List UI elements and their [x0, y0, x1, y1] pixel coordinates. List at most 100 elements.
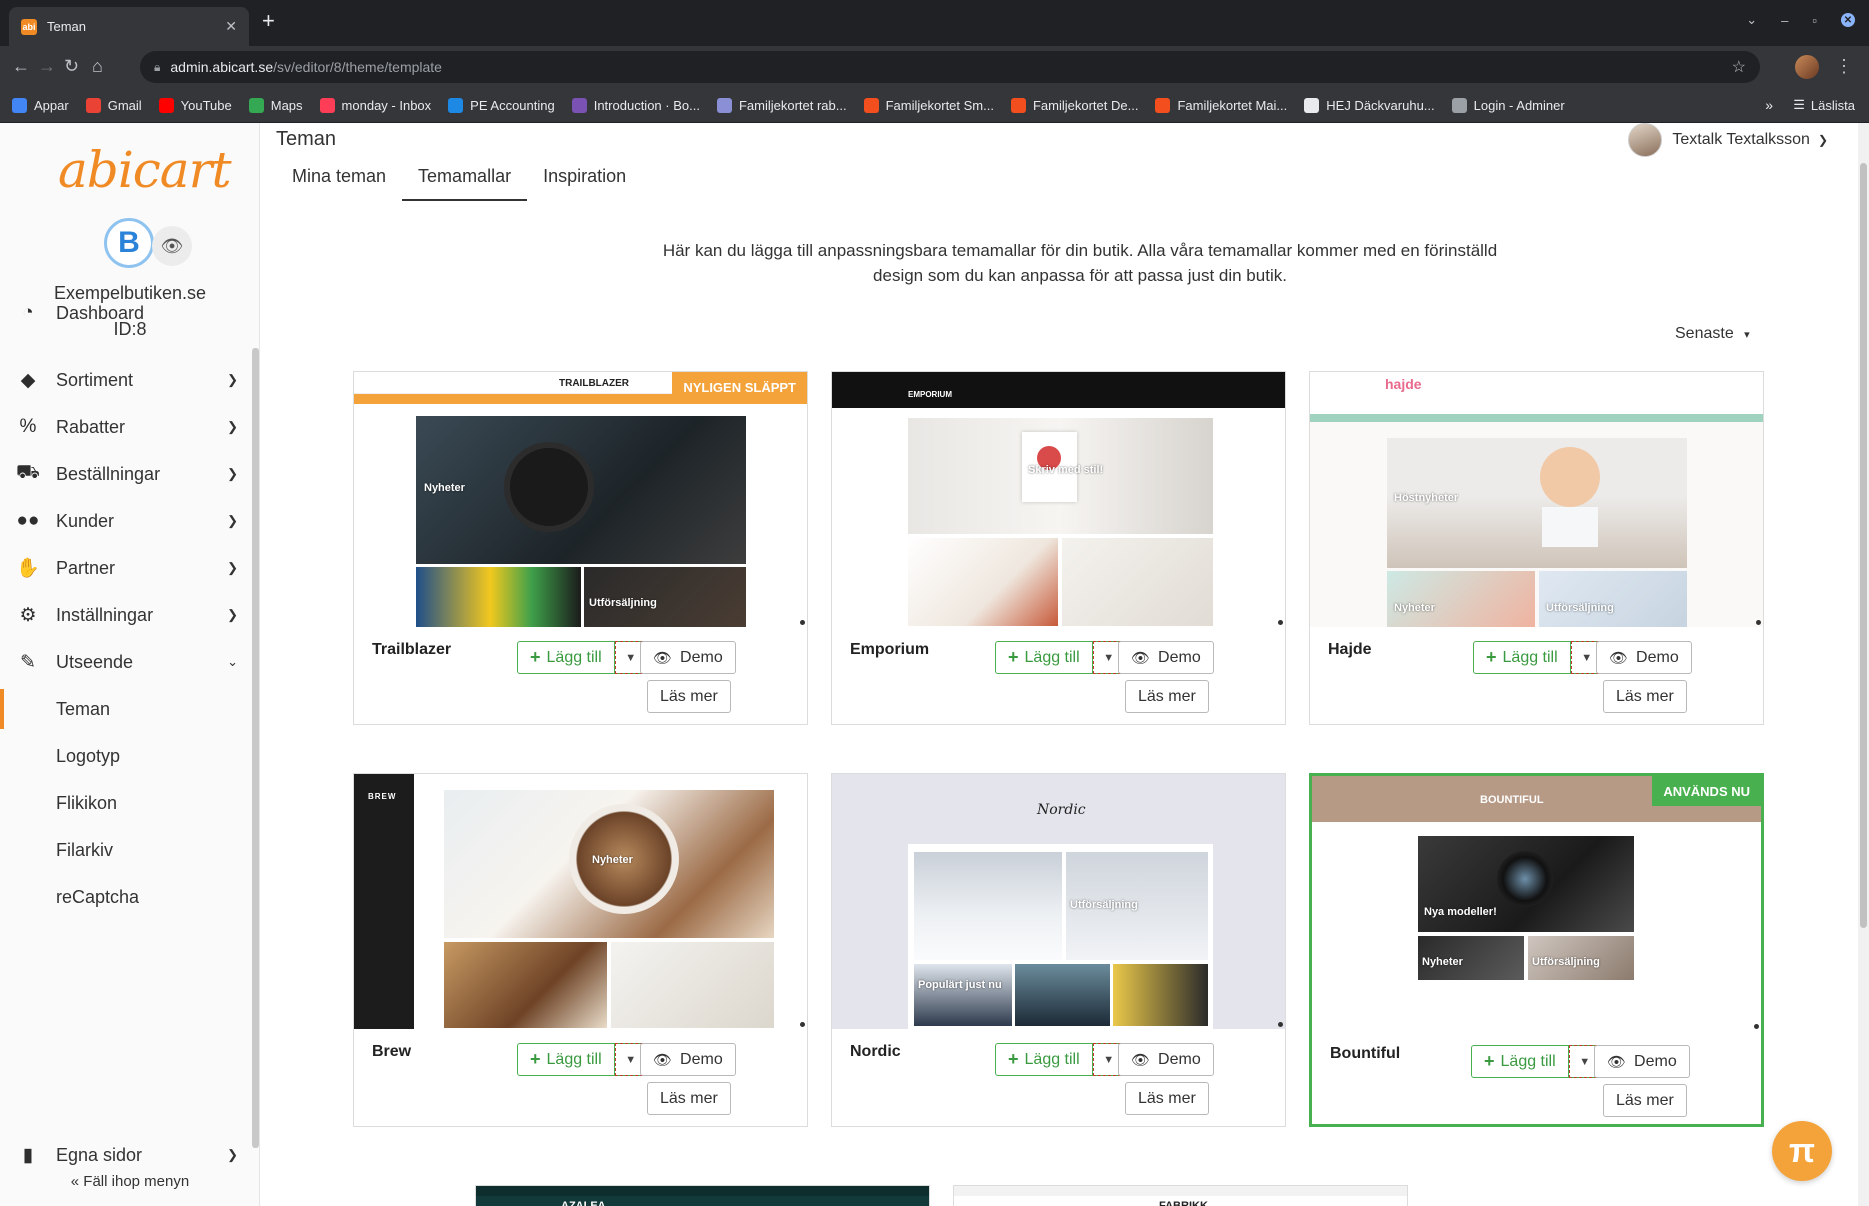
preview-resize-handle[interactable]	[1278, 1022, 1283, 1027]
preview-resize-handle[interactable]	[1754, 1024, 1759, 1029]
pe-icon	[448, 97, 464, 113]
chevron-right-icon: ❯	[227, 560, 238, 575]
theme-preview[interactable]: BREW Nyheter	[354, 774, 807, 1029]
read-more-button[interactable]: Läs mer	[1603, 680, 1687, 713]
preview-resize-handle[interactable]	[800, 620, 805, 625]
page-scrollbar[interactable]	[1858, 123, 1869, 1206]
new-tab-plus-icon[interactable]: +	[262, 10, 275, 32]
sidebar-subitem-filarkiv[interactable]: Filarkiv	[0, 830, 252, 870]
close-icon[interactable]: ✕	[225, 18, 237, 35]
store-avatar[interactable]: B	[104, 218, 154, 268]
minimize-icon[interactable]: –	[1781, 13, 1788, 28]
chevron-right-icon: ❯	[227, 372, 238, 387]
bookmark-item[interactable]: Familjekortet Sm...	[863, 97, 994, 113]
caret-down-icon: ▼	[1103, 651, 1115, 664]
page-scrollbar-thumb[interactable]	[1860, 163, 1867, 928]
bookmark-item[interactable]: Gmail	[85, 97, 142, 113]
abicart-logo[interactable]: abicart	[58, 141, 232, 199]
home-icon[interactable]: ⌂	[92, 56, 103, 76]
preview-resize-handle[interactable]	[1756, 620, 1761, 625]
theme-preview[interactable]: BOUNTIFUL Nya modeller! Nyheter Utförsäljni…	[1312, 776, 1761, 1031]
tab-inspiration[interactable]: Inspiration	[527, 161, 642, 201]
bookmark-item[interactable]: PE Accounting	[448, 97, 555, 113]
address-bar[interactable]: 🔒︎ admin.abicart.se/sv/editor/8/theme/te…	[140, 51, 1760, 83]
bookmark-label: Familjekortet De...	[1032, 97, 1139, 113]
preview-resize-handle[interactable]	[800, 1022, 805, 1027]
collapse-menu-button[interactable]: « Fäll ihop menyn	[0, 1173, 260, 1190]
bookmark-item[interactable]: Maps	[248, 97, 303, 113]
theme-preview[interactable]: FABRIKK	[954, 1186, 1407, 1206]
bookmark-item[interactable]: Familjekortet De...	[1010, 97, 1139, 113]
sidebar-item-sortiment[interactable]: ◆ Sortiment ❯	[0, 360, 252, 400]
bookmarks-more-icon[interactable]: »	[1765, 97, 1773, 113]
theme-preview[interactable]: hajde Höstnyheter Nyheter Utförsäljning	[1310, 372, 1763, 627]
preview-resize-handle[interactable]	[1278, 620, 1283, 625]
add-theme-button[interactable]: + Lägg till ▼	[995, 641, 1125, 674]
sidebar-subitem-logotyp[interactable]: Logotyp	[0, 736, 252, 776]
add-theme-button[interactable]: + Lägg till ▼	[1471, 1045, 1601, 1078]
reload-icon[interactable]: ↻	[64, 56, 79, 76]
tab-mina-teman[interactable]: Mina teman	[276, 161, 402, 201]
user-menu[interactable]: Textalk Textalksson ❯	[1628, 123, 1828, 157]
sidebar-item-partner[interactable]: ✋ Partner ❯	[0, 548, 252, 588]
sidebar-item-best-llningar[interactable]: ⛟ Beställningar ❯	[0, 454, 252, 494]
demo-button[interactable]: 👁︎ Demo	[1118, 641, 1214, 674]
demo-button[interactable]: 👁︎ Demo	[640, 641, 736, 674]
sidebar-item-inst-llningar[interactable]: ⚙ Inställningar ❯	[0, 595, 252, 635]
tab-temamallar[interactable]: Temamallar	[402, 161, 528, 201]
add-theme-button[interactable]: + Lägg till ▼	[995, 1043, 1125, 1076]
sidebar-item-egna-sidor[interactable]: ▮ Egna sidor ❯	[0, 1135, 252, 1175]
bookmark-item[interactable]: HEJ Däckvaruhu...	[1304, 97, 1435, 113]
bookmark-item[interactable]: YouTube	[158, 97, 232, 113]
browser-tab[interactable]: abi Teman ✕	[9, 7, 249, 46]
bookmark-item[interactable]: Familjekortet rab...	[716, 97, 847, 113]
theme-card: TRAILBLAZER Nyheter Utförsäljning NYLIGEN S…	[353, 371, 808, 725]
back-arrow-icon[interactable]: ←	[12, 56, 30, 76]
sidebar-item-rabatter[interactable]: % Rabatter ❯	[0, 407, 252, 447]
theme-preview[interactable]: AZALEA	[476, 1186, 929, 1206]
sidebar-subitem-teman[interactable]: Teman	[0, 689, 252, 729]
demo-button[interactable]: 👁︎ Demo	[1596, 641, 1692, 674]
demo-button[interactable]: 👁︎ Demo	[1594, 1045, 1690, 1078]
pi-icon[interactable]: π	[1772, 1121, 1832, 1181]
sidebar-subitem-recaptcha[interactable]: reCaptcha	[0, 877, 252, 917]
sort-label: Senaste	[1675, 325, 1734, 342]
theme-preview[interactable]: TRAILBLAZER Nyheter Utförsäljning NYLIGEN S…	[354, 372, 807, 627]
bookmark-item[interactable]: Introduction · Bo...	[571, 97, 700, 113]
add-theme-button[interactable]: + Lägg till ▼	[517, 641, 647, 674]
read-more-button[interactable]: Läs mer	[647, 680, 731, 713]
add-theme-button[interactable]: + Lägg till ▼	[517, 1043, 647, 1076]
figma-icon	[1010, 97, 1026, 113]
theme-preview[interactable]: EMPORIUM Skriv med stil!	[832, 372, 1285, 627]
bootstrap-icon	[571, 97, 587, 113]
read-more-button[interactable]: Läs mer	[1603, 1084, 1687, 1117]
read-more-button[interactable]: Läs mer	[1125, 1082, 1209, 1115]
theme-preview[interactable]: Nordic Populärt just nu Utförsäljning	[832, 774, 1285, 1029]
bookmark-star-icon[interactable]: ☆	[1732, 57, 1746, 77]
tab-search-chevron-icon[interactable]: ⌄	[1746, 12, 1757, 28]
demo-button[interactable]: 👁︎ Demo	[640, 1043, 736, 1076]
bookmark-item[interactable]: Appar	[12, 97, 69, 113]
reading-list[interactable]: ☰ Läslista	[1793, 97, 1855, 113]
browser-menu-icon[interactable]: ⋮	[1835, 56, 1853, 76]
maximize-icon[interactable]: ▫	[1812, 13, 1817, 28]
eye-icon[interactable]: 👁︎	[152, 226, 192, 266]
sidebar-subitem-flikikon[interactable]: Flikikon	[0, 783, 252, 823]
browser-tab-title: Teman	[47, 19, 87, 34]
demo-button[interactable]: 👁︎ Demo	[1118, 1043, 1214, 1076]
sidebar-item-kunder[interactable]: ●● Kunder ❯	[0, 501, 252, 541]
bookmark-label: Gmail	[107, 97, 142, 113]
sidebar-scrollbar[interactable]	[252, 348, 259, 1148]
sidebar-item-dashboard[interactable]: ◔ Dashboard	[0, 293, 252, 333]
window-close-icon[interactable]: ✕	[1841, 13, 1855, 27]
profile-avatar[interactable]	[1795, 55, 1819, 79]
sort-dropdown[interactable]: Senaste ▾	[1675, 325, 1750, 343]
forward-arrow-icon[interactable]: →	[38, 56, 56, 76]
bookmark-item[interactable]: Familjekortet Mai...	[1155, 97, 1287, 113]
bookmark-item[interactable]: Login - Adminer	[1451, 97, 1565, 113]
bookmark-item[interactable]: monday - Inbox	[319, 97, 431, 113]
read-more-button[interactable]: Läs mer	[1125, 680, 1209, 713]
sidebar-item-utseende[interactable]: ✎ Utseende ⌄	[0, 642, 252, 682]
read-more-button[interactable]: Läs mer	[647, 1082, 731, 1115]
add-theme-button[interactable]: + Lägg till ▼	[1473, 641, 1603, 674]
